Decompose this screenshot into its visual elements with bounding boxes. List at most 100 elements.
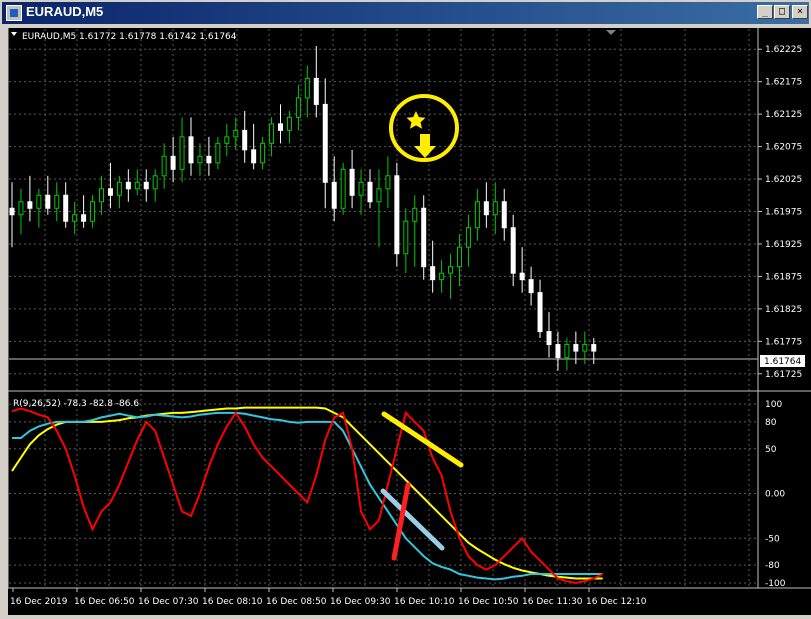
time-label: 16 Dec 2019 (10, 597, 68, 607)
candle-body (286, 116, 292, 131)
candle-body (260, 142, 266, 164)
candle-body (510, 227, 516, 274)
price-label: 1.62225 (765, 45, 802, 55)
candle-body (349, 168, 355, 196)
candle-body (528, 279, 534, 294)
candle-body (278, 123, 283, 131)
time-label: 16 Dec 09:30 (330, 597, 391, 607)
candle-body (134, 181, 140, 190)
candle-body (457, 246, 462, 268)
price-label: 1.61975 (765, 208, 802, 218)
candle-body (81, 214, 87, 222)
candle-body (331, 181, 337, 209)
restore-button[interactable]: □ (774, 5, 790, 19)
minimize-button[interactable]: _ (757, 5, 773, 19)
price-label: 1.62175 (765, 78, 802, 88)
candle-body (99, 188, 104, 203)
candle-body (304, 77, 310, 99)
candle-body (215, 142, 221, 164)
window-titlebar[interactable]: EURAUD,M5 _ □ × (2, 2, 809, 24)
candle-body (54, 194, 60, 209)
indicator-scale-label: 80 (765, 418, 777, 428)
candle-body (188, 136, 194, 164)
candle-body (72, 214, 78, 222)
indicator-scale-label: -100 (765, 579, 786, 589)
candle-body (564, 344, 570, 359)
chart-window-icon (6, 5, 22, 21)
candle-body (430, 266, 436, 281)
trendline-red (391, 482, 411, 561)
candle-body (555, 344, 561, 359)
terminal-window: EURAUD,M5 _ □ × 1.62225 1.62175 1.62125 1.6… (0, 0, 811, 615)
candle-body (546, 331, 552, 346)
candle-body (582, 344, 588, 352)
time-label: 16 Dec 10:50 (458, 597, 519, 607)
price-axis: 1.62225 1.62175 1.62125 1.62075 1.62025 1.619… (7, 28, 811, 607)
candle-body (224, 136, 230, 144)
candle-body (116, 181, 122, 196)
price-label: 1.61925 (765, 240, 802, 250)
candle-body (492, 201, 498, 216)
candle-body (27, 201, 33, 209)
current-price-label: 1.61764 (764, 357, 801, 367)
candle-body (591, 344, 597, 352)
trendline-lightblue (380, 488, 445, 551)
candle-body (519, 272, 525, 281)
candle-body (90, 201, 96, 222)
chart-header: EURAUD,M5 1.61772 1.61778 1.61742 1.6176… (22, 32, 237, 42)
candle-body (340, 168, 346, 209)
indicator-scale-label: -50 (765, 534, 780, 544)
price-label: 1.61875 (765, 272, 802, 282)
candle-body (170, 155, 176, 170)
indicator-scale-label: 0.00 (765, 490, 785, 500)
window-title: EURAUD,M5 (26, 4, 104, 19)
chart-dropdown-icon[interactable] (11, 32, 17, 36)
candle-body (63, 194, 69, 222)
time-label: 16 Dec 06:50 (74, 597, 135, 607)
candle-body (537, 292, 543, 333)
candle-body (465, 227, 471, 248)
price-label: 1.62125 (765, 110, 802, 120)
price-label: 1.62075 (765, 143, 802, 153)
candle-body (269, 123, 275, 144)
candle-body (448, 266, 454, 274)
indicator-scale-label: -80 (765, 561, 780, 571)
candle-body (501, 201, 507, 229)
time-label: 16 Dec 08:50 (266, 597, 327, 607)
time-label: 16 Dec 11:30 (522, 597, 583, 607)
candle-body (573, 344, 579, 352)
time-label: 16 Dec 12:10 (586, 597, 647, 607)
price-label: 1.61825 (765, 305, 802, 315)
indicator-header: R(9,26,52) -78.3 -82.8 -86.6 (13, 399, 139, 409)
candle-body (403, 220, 409, 255)
time-label: 16 Dec 08:10 (202, 597, 263, 607)
candle-body (376, 188, 382, 203)
chart-area[interactable]: 1.62225 1.62175 1.62125 1.62075 1.62025 1.619… (7, 28, 811, 615)
candle-body (385, 175, 391, 190)
close-button[interactable]: × (792, 5, 808, 19)
candle-body (18, 201, 24, 216)
candlestick-series (9, 45, 597, 371)
candle-body (143, 181, 149, 190)
indicator-scale-label: 50 (765, 445, 777, 455)
candle-body (242, 129, 248, 151)
candle-body (394, 175, 400, 255)
time-label: 16 Dec 07:30 (138, 597, 199, 607)
price-label: 1.62025 (765, 175, 802, 185)
indicator-line-red (11, 407, 604, 585)
candle-body (206, 155, 212, 164)
candle-body (474, 201, 480, 229)
candle-body (412, 207, 418, 222)
chart-shift-marker-icon[interactable] (606, 30, 616, 35)
candle-body (295, 97, 301, 118)
candle-body (125, 181, 131, 190)
candle-body (152, 175, 158, 190)
time-label: 16 Dec 10:10 (394, 597, 455, 607)
candle-body (233, 129, 239, 138)
candle-body (421, 207, 427, 268)
candle-body (107, 188, 113, 196)
candle-body (9, 207, 15, 216)
candle-body (367, 181, 373, 203)
candle-body (313, 77, 319, 105)
candle-body (161, 155, 167, 177)
